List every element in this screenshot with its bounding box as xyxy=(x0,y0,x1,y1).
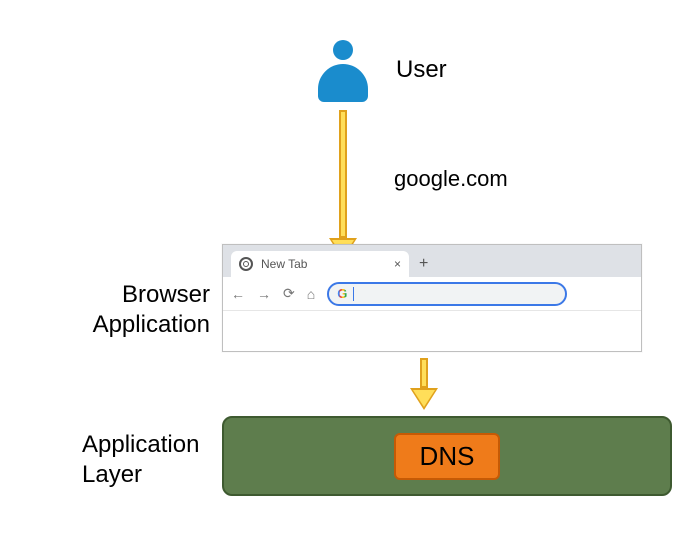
browser-tab[interactable]: New Tab × xyxy=(231,251,409,277)
text-cursor xyxy=(353,287,354,301)
dns-label: DNS xyxy=(420,441,475,471)
arrow-browser-to-applayer-shaft xyxy=(420,358,428,388)
arrow-browser-to-applayer-head xyxy=(410,388,438,410)
nav-home-icon[interactable]: ⌂ xyxy=(307,286,315,302)
tab-title: New Tab xyxy=(261,257,307,271)
nav-forward-icon[interactable]: → xyxy=(257,286,271,302)
google-g-icon: G xyxy=(337,286,347,301)
tab-favicon-icon xyxy=(239,257,253,271)
user-icon xyxy=(318,40,368,102)
application-layer-box: DNS xyxy=(222,416,672,496)
arrow-user-to-browser-shaft xyxy=(339,110,347,238)
dns-box: DNS xyxy=(394,433,501,480)
browser-toolbar: ← → ⟳ ⌂ G xyxy=(223,277,641,311)
user-label: User xyxy=(396,56,447,84)
browser-window: New Tab × + ← → ⟳ ⌂ G xyxy=(222,244,642,352)
arrow1-label: google.com xyxy=(394,166,508,192)
new-tab-button[interactable]: + xyxy=(409,255,438,277)
tab-strip: New Tab × + xyxy=(223,245,641,277)
browser-caption: Browser Application xyxy=(70,280,210,340)
tab-close-icon[interactable]: × xyxy=(394,258,401,270)
nav-back-icon[interactable]: ← xyxy=(231,286,245,302)
address-bar[interactable]: G xyxy=(327,282,567,306)
nav-reload-icon[interactable]: ⟳ xyxy=(283,285,295,302)
app-layer-caption: Application Layer xyxy=(82,430,222,490)
